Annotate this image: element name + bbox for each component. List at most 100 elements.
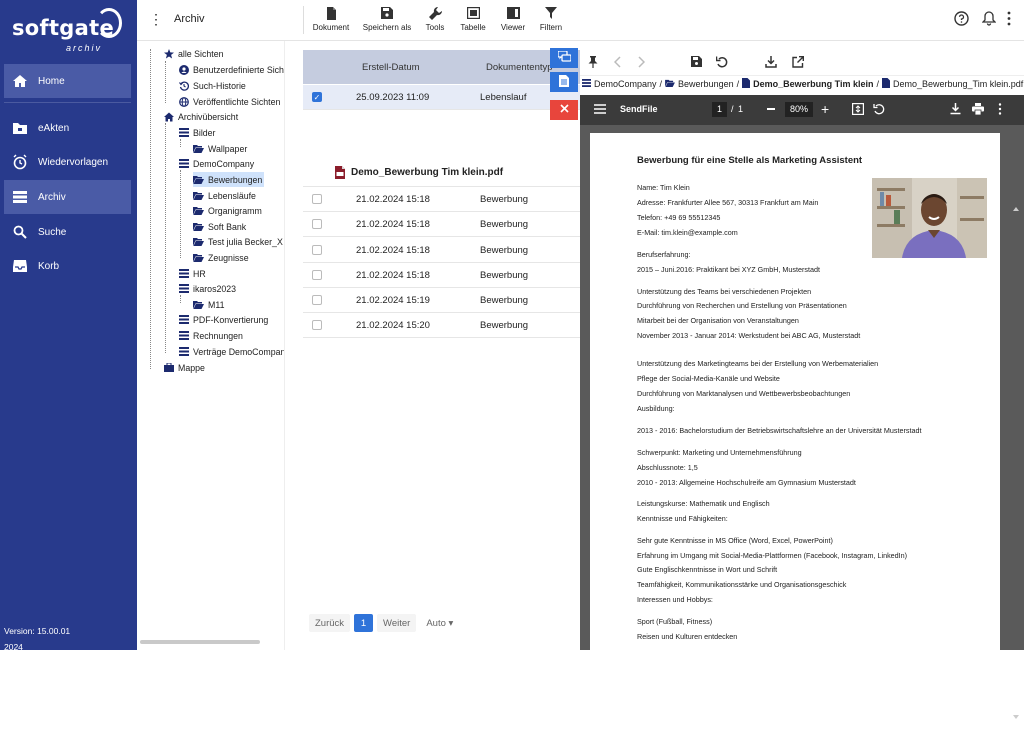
tool-dokument[interactable]: Dokument xyxy=(310,5,352,35)
pdf-download-icon[interactable] xyxy=(950,103,961,117)
page-number-input[interactable]: 1 xyxy=(712,102,727,117)
next-page-button[interactable]: Weiter xyxy=(377,614,417,632)
undo-icon[interactable] xyxy=(715,56,728,71)
table-row[interactable]: 21.02.2024 15:18 Bewerbung xyxy=(303,187,580,212)
tree-node-rechnungen[interactable]: Rechnungen xyxy=(178,328,243,343)
breadcrumb-item[interactable]: Demo_Bewerbung Tim klein xyxy=(753,79,873,89)
tree-node-test-julia[interactable]: Test julia Becker_X xyxy=(193,234,283,249)
tree-node-lebenslaeufe[interactable]: Lebensläufe xyxy=(193,188,256,203)
row-checkbox[interactable] xyxy=(312,245,322,255)
page-number-button[interactable]: 1 xyxy=(354,614,374,632)
tree-node-bilder[interactable]: Bilder xyxy=(178,125,216,140)
row-checkbox[interactable] xyxy=(312,295,322,305)
download-icon[interactable] xyxy=(765,56,777,71)
more-vert-icon[interactable] xyxy=(998,103,1002,117)
table-row[interactable]: 21.02.2024 15:18 Bewerbung xyxy=(303,212,580,237)
column-header-dokumententyp[interactable]: Dokumententyp xyxy=(486,62,553,73)
table-row[interactable]: 21.02.2024 15:20 Bewerbung xyxy=(303,313,580,338)
inbox-icon xyxy=(12,258,28,274)
tree-node-m11[interactable]: M11 xyxy=(193,297,224,312)
zoom-out-icon[interactable] xyxy=(767,108,775,110)
tree-node-bewerbungen[interactable]: Bewerbungen xyxy=(193,172,265,187)
pagination: Zurück 1 Weiter Auto ▾ xyxy=(309,613,463,633)
attachment-row[interactable]: Demo_Bewerbung Tim klein.pdf xyxy=(303,159,580,187)
list-icon xyxy=(178,127,189,138)
tree-node-archivuebersicht[interactable]: Archivübersicht xyxy=(163,109,238,124)
tool-filtern[interactable]: Filtern xyxy=(537,5,565,35)
pdf-vertical-scrollbar[interactable] xyxy=(1012,206,1020,726)
nav-home[interactable]: Home xyxy=(4,64,131,98)
hamburger-menu-icon[interactable] xyxy=(594,104,606,116)
row-checkbox[interactable]: ✓ xyxy=(312,92,322,102)
prev-page-button[interactable]: Zurück xyxy=(309,614,351,632)
tree-node-mappe[interactable]: Mappe xyxy=(163,360,205,375)
tree-horizontal-scrollbar[interactable] xyxy=(140,640,260,644)
row-checkbox[interactable] xyxy=(312,219,322,229)
tree-node-ikaros2023[interactable]: ikaros2023 xyxy=(178,281,236,296)
fit-page-icon[interactable] xyxy=(852,103,865,117)
tool-tabelle[interactable]: Tabelle xyxy=(458,5,488,35)
print-icon[interactable] xyxy=(972,103,984,117)
tree-node-organigramm[interactable]: Organigramm xyxy=(193,203,262,218)
breadcrumb-item[interactable]: DemoCompany xyxy=(594,79,657,89)
pin-icon[interactable] xyxy=(588,56,598,71)
nav-wiedervorlagen[interactable]: Wiedervorlagen xyxy=(0,145,137,179)
breadcrumb-item[interactable]: Demo_Bewerbung_Tim klein.pdf xyxy=(893,79,1023,89)
document-title: Bewerbung für eine Stelle als Marketing … xyxy=(637,155,863,166)
row-checkbox[interactable] xyxy=(312,270,322,280)
open-external-icon[interactable] xyxy=(792,56,804,71)
tree-node-alle-sichten[interactable]: alle Sichten xyxy=(163,46,223,61)
help-icon[interactable] xyxy=(954,11,970,27)
tree-node-democompany[interactable]: DemoCompany xyxy=(178,156,254,171)
tree-node-such-historie[interactable]: Such-Historie xyxy=(178,78,246,93)
table-row[interactable]: 21.02.2024 15:18 Bewerbung xyxy=(303,238,580,263)
notification-bell-icon[interactable] xyxy=(981,11,998,27)
kebab-menu-icon[interactable]: ⋮ xyxy=(149,11,163,29)
user-circle-icon xyxy=(178,64,189,75)
version-info: Version: 15.00.01 2024 xyxy=(4,626,71,652)
tree-node-pdf-konvertierung[interactable]: PDF-Konvertierung xyxy=(178,312,268,327)
tree-node-zeugnisse[interactable]: Zeugnisse xyxy=(193,250,249,265)
tree-node-benutzerdefinierte[interactable]: Benutzerdefinierte Sichten xyxy=(178,62,284,77)
table-row-selected[interactable]: ✓ 25.09.2023 11:09 Lebenslauf xyxy=(303,85,580,110)
breadcrumb-item[interactable]: Bewerbungen xyxy=(678,79,734,89)
tool-viewer[interactable]: Viewer xyxy=(499,5,527,35)
table-row[interactable]: 21.02.2024 15:18 Bewerbung xyxy=(303,263,580,288)
column-header-erstell-datum[interactable]: Erstell-Datum xyxy=(362,62,420,73)
zoom-in-icon[interactable]: + xyxy=(821,101,829,117)
history-icon xyxy=(178,80,189,91)
close-panel-button[interactable] xyxy=(550,100,578,120)
tree-node-hr[interactable]: HR xyxy=(178,266,206,281)
folder-open-icon xyxy=(193,143,204,154)
nav-eakten[interactable]: eAkten xyxy=(0,111,137,145)
nav-suche[interactable]: Suche xyxy=(0,215,137,249)
grid-header: Erstell-Datum Dokumententyp xyxy=(303,50,580,84)
tree-node-veroeffentlichte[interactable]: Veröffentlichte Sichten xyxy=(178,94,280,109)
chevron-right-icon[interactable] xyxy=(638,56,646,71)
zoom-level-field[interactable]: 80% xyxy=(785,102,813,117)
document-panel-button[interactable] xyxy=(550,72,578,92)
tool-speichern-als[interactable]: Speichern als xyxy=(361,5,413,35)
globe-icon xyxy=(178,96,189,107)
page-size-select[interactable]: Auto ▾ xyxy=(420,614,459,632)
row-checkbox[interactable] xyxy=(312,320,322,330)
nav-archiv[interactable]: Archiv xyxy=(4,180,131,214)
table-icon xyxy=(466,5,480,21)
tree-node-wallpaper[interactable]: Wallpaper xyxy=(193,141,247,156)
nav-korb[interactable]: Korb xyxy=(0,249,137,283)
save-icon[interactable] xyxy=(691,56,702,70)
filter-icon xyxy=(545,5,557,21)
more-vert-icon[interactable] xyxy=(1006,11,1016,27)
tree-node-vertraege[interactable]: Verträge DemoCompany xyxy=(178,344,284,359)
table-row[interactable]: 21.02.2024 15:19 Bewerbung xyxy=(303,288,580,313)
pdf-canvas-area[interactable]: Bewerbung für eine Stelle als Marketing … xyxy=(580,125,1024,719)
tree-node-soft-bank[interactable]: Soft Bank xyxy=(193,219,246,234)
home-icon xyxy=(163,111,174,122)
rotate-icon[interactable] xyxy=(873,103,885,117)
row-checkbox[interactable] xyxy=(312,194,322,204)
file-lines-icon xyxy=(559,74,569,90)
tool-tools[interactable]: Tools xyxy=(422,5,448,35)
alarm-clock-icon xyxy=(12,154,28,170)
chevron-left-icon[interactable] xyxy=(613,56,621,71)
chat-panel-button[interactable] xyxy=(550,48,578,68)
